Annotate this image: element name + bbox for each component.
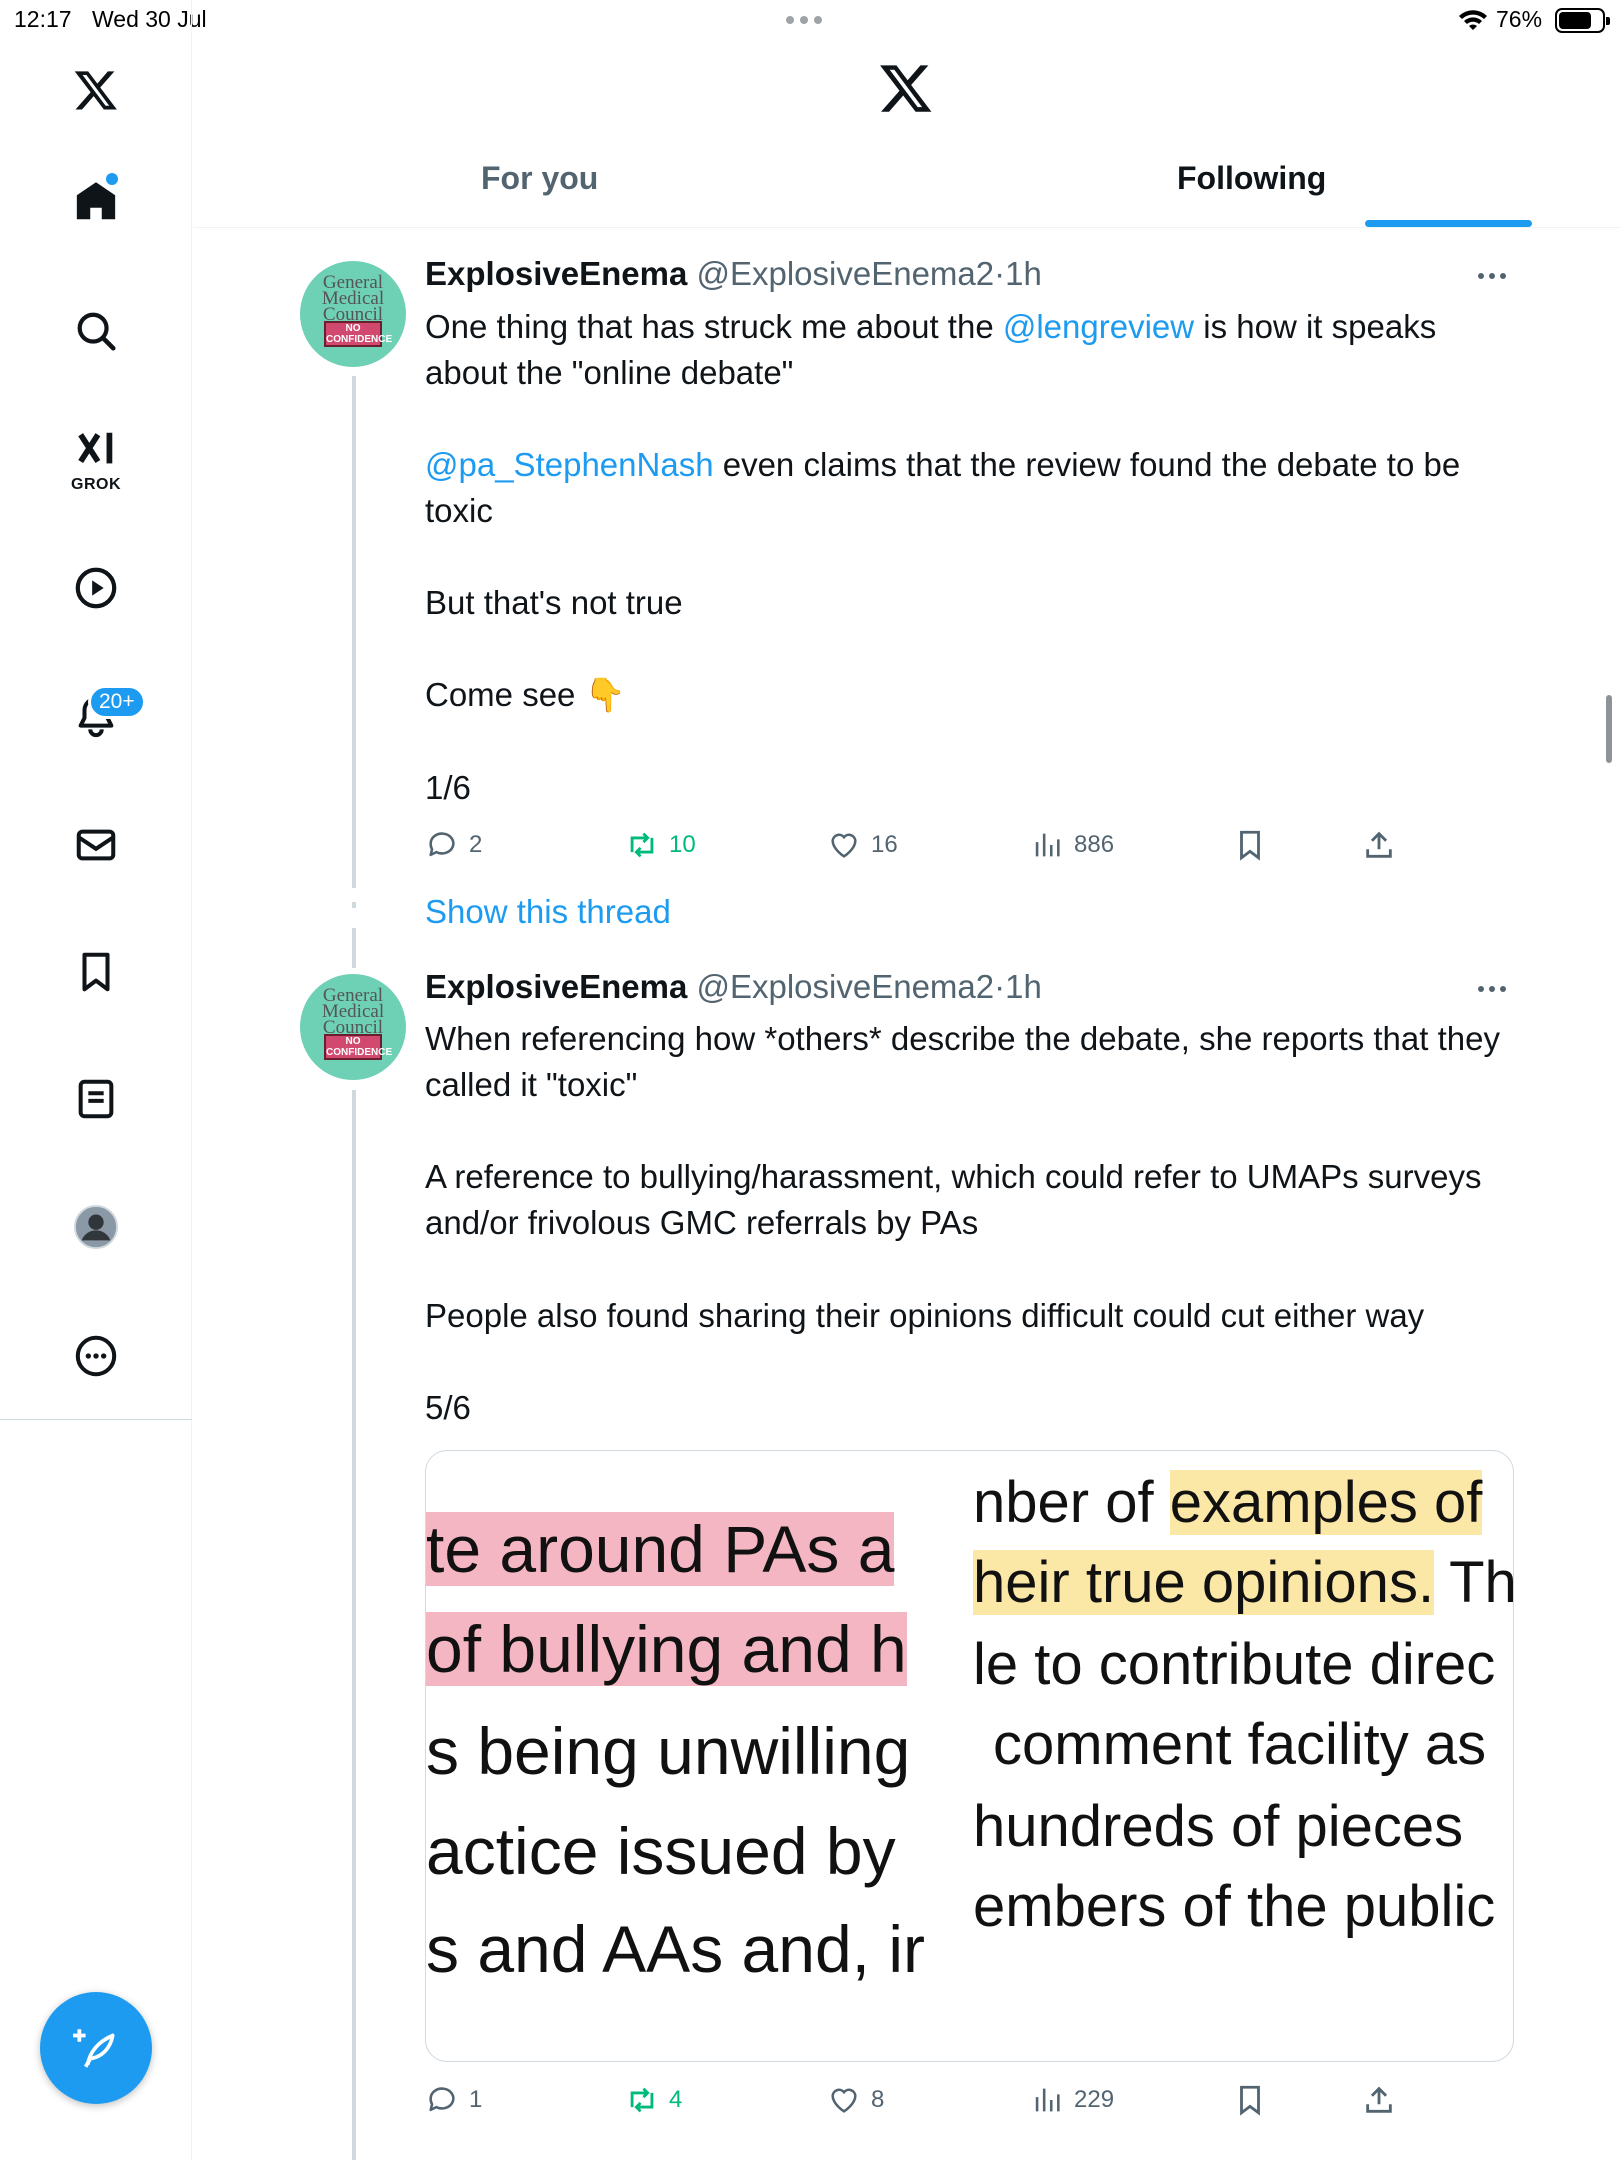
- more-options-icon[interactable]: [1478, 986, 1512, 996]
- show-thread-link[interactable]: Show this thread: [425, 893, 671, 931]
- author-handle[interactable]: @ExplosiveEnema2: [696, 968, 994, 1005]
- active-tab-indicator: [1365, 220, 1532, 227]
- reply-button[interactable]: 1: [425, 2083, 482, 2117]
- share-upload-icon: [1366, 831, 1392, 858]
- messages-mail-icon[interactable]: [70, 819, 122, 871]
- author-avatar[interactable]: General Medical Council NO CONFIDENCE: [300, 974, 406, 1080]
- bookmark-button[interactable]: [1233, 828, 1267, 862]
- battery-icon: [1555, 8, 1610, 33]
- views-button[interactable]: 229: [1030, 2083, 1114, 2117]
- home-unread-dot: [106, 173, 118, 185]
- battery-percent: 76%: [1496, 6, 1543, 32]
- share-button[interactable]: [1362, 828, 1396, 862]
- like-button[interactable]: 16: [827, 828, 898, 862]
- views-icon: [1035, 833, 1060, 857]
- tweet-actions: 1 4 8 229: [425, 2083, 1425, 2123]
- like-button[interactable]: 8: [827, 2083, 884, 2117]
- share-button[interactable]: [1362, 2083, 1396, 2117]
- thread-counter: 1/6: [425, 769, 471, 806]
- reply-icon: [429, 2087, 455, 2112]
- tweet-text: When referencing how *others* describe t…: [425, 1020, 1510, 1103]
- bookmark-button[interactable]: [1233, 2083, 1267, 2117]
- tweet-header: ExplosiveEnema @ExplosiveEnema2·1h: [425, 968, 1042, 1005]
- compose-post-button[interactable]: [40, 1992, 152, 2104]
- grok-icon[interactable]: [70, 424, 122, 476]
- tab-following[interactable]: Following: [1177, 160, 1326, 197]
- tweet-time[interactable]: 1h: [1005, 255, 1042, 292]
- sidebar-divider: [0, 1419, 192, 1420]
- sidebar: GROK 20+: [0, 0, 192, 2160]
- share-upload-icon: [1366, 2086, 1392, 2113]
- multitasking-dots[interactable]: [786, 16, 822, 24]
- reply-button[interactable]: 2: [425, 828, 482, 862]
- heart-icon: [831, 2088, 857, 2113]
- wifi-icon: [1458, 8, 1488, 38]
- thread-line: [352, 376, 356, 888]
- views-icon: [1035, 2088, 1060, 2112]
- heart-icon: [831, 833, 857, 858]
- tweet-time[interactable]: 1h: [1005, 968, 1042, 1005]
- tweet-text: People also found sharing their opinions…: [425, 1297, 1425, 1334]
- timeline-tabs: For you Following: [193, 150, 1620, 228]
- tweet-image[interactable]: te around PAs a of bullying and h s bein…: [425, 1450, 1514, 2062]
- author-name[interactable]: ExplosiveEnema: [425, 255, 687, 292]
- repost-button[interactable]: 10: [625, 828, 696, 862]
- search-icon[interactable]: [70, 305, 122, 357]
- pointing-down-emoji: 👇: [584, 676, 626, 713]
- tweet-header: ExplosiveEnema @ExplosiveEnema2·1h: [425, 255, 1042, 292]
- author-name[interactable]: ExplosiveEnema: [425, 968, 687, 1005]
- mention-link[interactable]: @lengreview: [1003, 308, 1194, 345]
- repost-icon: [630, 832, 654, 858]
- thread-counter: 5/6: [425, 1389, 471, 1426]
- video-play-icon[interactable]: [70, 562, 122, 614]
- status-bar: 12:17 Wed 30 Jul 76%: [0, 0, 1620, 40]
- reply-icon: [429, 832, 455, 857]
- image-left-crop: te around PAs a of bullying and h s bein…: [426, 1512, 925, 1986]
- profile-avatar-icon[interactable]: [70, 1201, 122, 1253]
- bookmark-icon: [1240, 830, 1260, 861]
- header-x-logo-icon[interactable]: [878, 60, 934, 116]
- thread-line: [352, 1090, 356, 2160]
- mention-link[interactable]: @pa_StephenNash: [425, 446, 714, 483]
- tweet-actions: 2 10 16 886: [425, 828, 1425, 868]
- views-button[interactable]: 886: [1030, 828, 1114, 862]
- image-right-crop: nber of examples of heir true opinions. …: [973, 1470, 1514, 1939]
- tab-for-you[interactable]: For you: [481, 160, 598, 197]
- author-avatar[interactable]: General Medical Council NO CONFIDENCE: [300, 261, 406, 367]
- repost-icon: [630, 2087, 654, 2113]
- more-circle-icon[interactable]: [70, 1330, 122, 1382]
- feather-plus-icon: [73, 2029, 115, 2068]
- tweet-text: One thing that has struck me about the @…: [425, 308, 1446, 391]
- tweet-text: Come see 👇: [425, 676, 626, 713]
- tweet-text: @pa_StephenNash even claims that the rev…: [425, 446, 1470, 529]
- scrollbar-thumb[interactable]: [1606, 695, 1612, 763]
- notifications-badge: 20+: [88, 685, 146, 719]
- repost-button[interactable]: 4: [625, 2083, 682, 2117]
- tweet-text: But that's not true: [425, 584, 683, 621]
- thread-line-dots: [352, 902, 356, 908]
- bookmarks-icon[interactable]: [70, 946, 122, 998]
- x-logo-icon[interactable]: [70, 64, 122, 116]
- bookmark-icon: [1240, 2085, 1260, 2116]
- thread-line: [352, 928, 356, 968]
- more-options-icon[interactable]: [1478, 273, 1512, 283]
- grok-label: GROK: [71, 476, 121, 493]
- author-handle[interactable]: @ExplosiveEnema2: [696, 255, 994, 292]
- tweet-text: A reference to bullying/harassment, whic…: [425, 1158, 1491, 1241]
- lists-icon[interactable]: [70, 1073, 122, 1125]
